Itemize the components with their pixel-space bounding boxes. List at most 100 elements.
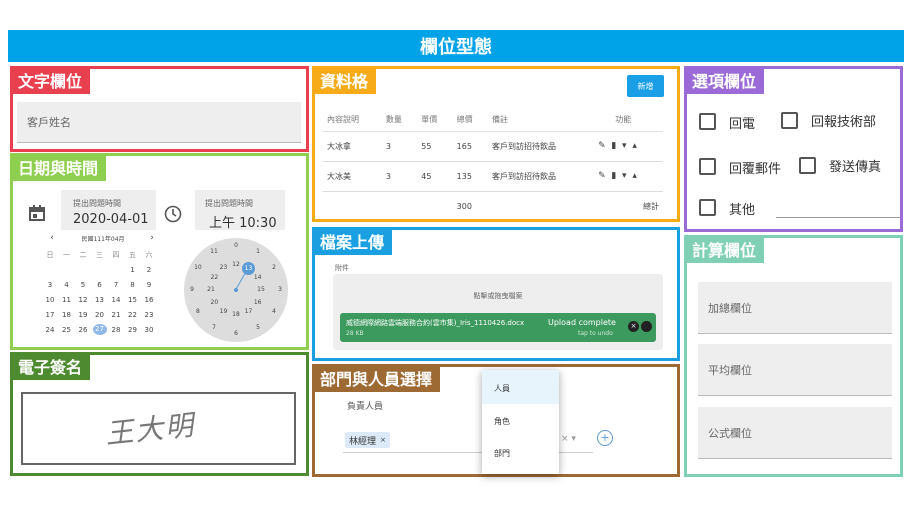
checkbox-label: 回報技術部	[811, 115, 877, 130]
move-down-icon[interactable]: ▾	[622, 171, 627, 181]
clock-number[interactable]: 9	[187, 286, 197, 293]
move-down-icon[interactable]: ▾	[622, 141, 627, 151]
clock-number[interactable]: 16	[253, 299, 263, 306]
calendar-day[interactable]: 8	[126, 281, 140, 289]
add-row-button[interactable]: 新增	[627, 75, 664, 97]
calendar-icon[interactable]	[29, 205, 45, 221]
signature-pad[interactable]: 王大明	[21, 392, 296, 465]
calendar-day[interactable]: 13	[93, 296, 107, 304]
other-input[interactable]	[776, 217, 900, 218]
col-header: 總價	[456, 115, 473, 125]
checkbox-callback[interactable]	[699, 113, 716, 130]
clock-number[interactable]: 11	[209, 248, 219, 255]
calendar-day[interactable]: 29	[126, 326, 140, 334]
undo-link[interactable]: tap to undo	[578, 330, 613, 337]
calendar-day[interactable]: 4	[60, 281, 74, 289]
clock-number[interactable]: 2	[269, 264, 279, 271]
calendar-day[interactable]: 23	[142, 311, 156, 319]
clear-icon[interactable]: × ▾	[561, 434, 576, 444]
chip-remove-icon[interactable]: ×	[380, 436, 386, 444]
checkbox-other[interactable]	[699, 199, 716, 216]
assignee-label: 負責人員	[347, 402, 384, 412]
row-actions: ✎ ▮ ▾ ▴	[594, 131, 663, 161]
clock-number[interactable]: 8	[193, 308, 203, 315]
calendar: ‹ 民國111年04月 › 日一二三四五六 1 2 3 4 5 6 7 8 9 10 11 12 13 14…	[43, 232, 163, 340]
move-up-icon[interactable]: ▴	[632, 171, 637, 181]
delete-icon[interactable]: ▮	[611, 171, 616, 181]
calendar-weekday: 一	[63, 251, 70, 259]
clock-number[interactable]: 12	[231, 261, 241, 268]
clock-number[interactable]: 23	[219, 264, 229, 271]
time-field[interactable]: 提出問題時間 上午 10:30	[195, 190, 285, 231]
edit-icon[interactable]: ✎	[598, 171, 606, 181]
calendar-day[interactable]: 19	[76, 311, 90, 319]
checkbox-send-fax[interactable]	[799, 157, 816, 174]
time-label: 提出問題時間	[205, 199, 253, 208]
calendar-day[interactable]: 15	[126, 296, 140, 304]
checkbox-reply-email[interactable]	[699, 158, 716, 175]
calendar-day[interactable]: 24	[43, 326, 57, 334]
clock-number[interactable]: 1	[253, 248, 263, 255]
panel-title: 計算欄位	[684, 235, 765, 263]
clock-number[interactable]: 20	[209, 299, 219, 306]
calendar-day[interactable]: 2	[142, 266, 156, 274]
remove-file-icon[interactable]: ×	[628, 321, 639, 332]
calendar-day[interactable]: 1	[126, 266, 140, 274]
clock-face[interactable]: 0 1 2 3 4 5 6 7 8 9 10 11 12 13 14 15 16 17 18 19 20 21 22 23	[184, 238, 288, 342]
edit-icon[interactable]: ✎	[598, 141, 606, 151]
calendar-day[interactable]: 30	[142, 326, 156, 334]
calendar-day[interactable]: 12	[76, 296, 90, 304]
clock-number[interactable]: 6	[231, 330, 241, 337]
clock-number[interactable]: 7	[209, 324, 219, 331]
calendar-next-button[interactable]: ›	[145, 233, 159, 243]
clock-number[interactable]: 15	[256, 286, 266, 293]
menu-item-role[interactable]: 角色	[482, 404, 559, 438]
clock-number[interactable]: 5	[253, 324, 263, 331]
calendar-day[interactable]: 27	[92, 324, 107, 335]
calendar-day[interactable]: 21	[109, 311, 123, 319]
menu-item-department[interactable]: 部門	[482, 438, 559, 472]
delete-icon[interactable]: ▮	[611, 141, 616, 151]
panel-title: 資料格	[312, 66, 377, 94]
clock-number[interactable]: 21	[206, 286, 216, 293]
text-field-panel: 文字欄位 客戶姓名	[10, 66, 309, 152]
clock-number[interactable]: 4	[269, 308, 279, 315]
calendar-day[interactable]: 17	[43, 311, 57, 319]
calendar-day[interactable]: 20	[93, 311, 107, 319]
clock-number[interactable]: 10	[193, 264, 203, 271]
table-total-row: 300 總計	[323, 191, 663, 221]
download-file-icon[interactable]	[641, 321, 652, 332]
move-up-icon[interactable]: ▴	[632, 141, 637, 151]
calendar-day[interactable]: 3	[43, 281, 57, 289]
calendar-day[interactable]: 9	[142, 281, 156, 289]
calendar-day[interactable]: 28	[109, 326, 123, 334]
calendar-day[interactable]: 7	[109, 281, 123, 289]
calendar-day[interactable]: 14	[109, 296, 123, 304]
calendar-day[interactable]: 26	[76, 326, 90, 334]
calendar-day[interactable]: 10	[43, 296, 57, 304]
clock-icon[interactable]	[164, 205, 182, 223]
date-field[interactable]: 提出問題時間 2020-04-01	[61, 190, 156, 230]
calendar-day[interactable]: 11	[60, 296, 74, 304]
clock-number[interactable]: 0	[231, 242, 241, 249]
upload-dropzone[interactable]: 點擊或拖曳檔案 威德網際網路雲端服務合約(雲市集)_Iris_1110426.d…	[333, 274, 663, 350]
checkbox-report-tech[interactable]	[781, 112, 798, 129]
clock-number[interactable]: 3	[275, 286, 285, 293]
add-assignee-button[interactable]: +	[597, 430, 613, 446]
calendar-day[interactable]: 18	[60, 311, 74, 319]
clock-number[interactable]: 18	[231, 311, 241, 318]
calendar-day[interactable]: 5	[76, 281, 90, 289]
clock-number[interactable]: 17	[244, 308, 254, 315]
calendar-day[interactable]: 22	[126, 311, 140, 319]
calendar-prev-button[interactable]: ‹	[45, 233, 59, 243]
clock-number[interactable]: 22	[209, 274, 219, 281]
table-row: 大冰拿 3 55 165 客戶到訪招待飲品 ✎ ▮ ▾ ▴	[323, 131, 663, 161]
calendar-day[interactable]: 25	[60, 326, 74, 334]
clock-number[interactable]: 14	[253, 274, 263, 281]
col-header	[594, 109, 611, 131]
clock-number[interactable]: 19	[219, 308, 229, 315]
menu-item-user[interactable]: 人員	[482, 370, 559, 404]
calendar-day[interactable]: 16	[142, 296, 156, 304]
customer-name-field[interactable]: 客戶姓名	[17, 102, 301, 143]
calendar-day[interactable]: 6	[93, 281, 107, 289]
